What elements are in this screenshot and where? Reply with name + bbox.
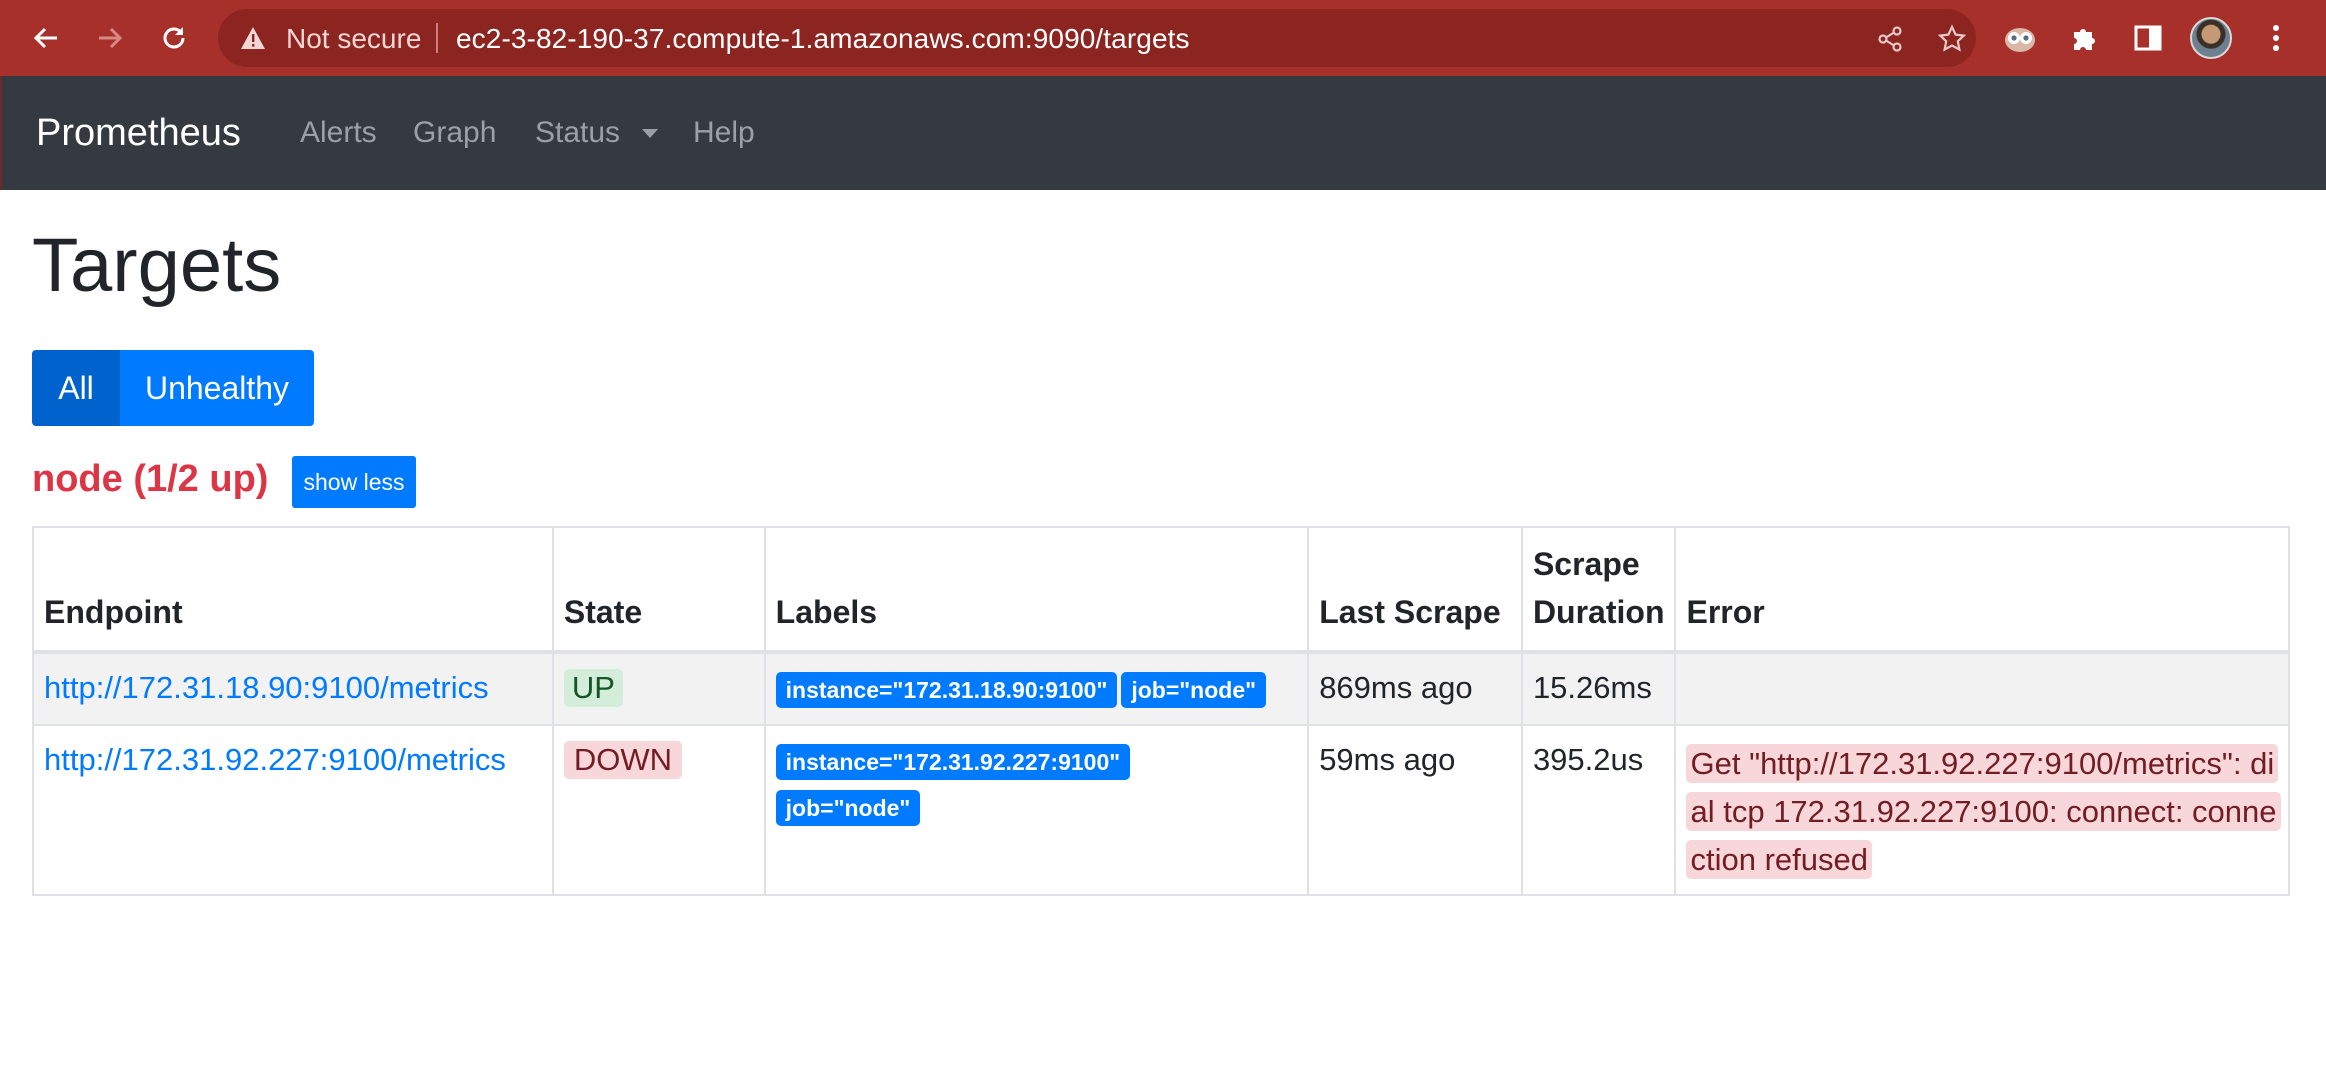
- brand-link[interactable]: Prometheus: [36, 112, 241, 155]
- job-title[interactable]: node (1/2 up): [32, 458, 268, 501]
- status-badge: UP: [563, 669, 623, 707]
- filter-unhealthy-button[interactable]: Unhealthy: [120, 350, 314, 426]
- profile-avatar[interactable]: [2190, 17, 2232, 59]
- state-cell: UP: [551, 651, 766, 726]
- error-cell: [1674, 651, 2290, 726]
- endpoint-link[interactable]: http://172.31.92.227:9100/metrics: [44, 742, 506, 777]
- label-badge: instance="172.31.18.90:9100": [775, 672, 1118, 708]
- nav-graph[interactable]: Graph: [413, 116, 496, 150]
- table-row: http://172.31.92.227:9100/metrics DOWN i…: [32, 724, 2290, 896]
- browser-menu-icon[interactable]: [2256, 18, 2296, 58]
- show-less-button[interactable]: show less: [292, 456, 416, 508]
- address-divider: [436, 23, 438, 53]
- column-header-labels: Labels: [763, 526, 1310, 654]
- url-text[interactable]: ec2-3-82-190-37.compute-1.amazonaws.com:…: [456, 23, 1190, 55]
- extensions-puzzle-icon[interactable]: [2064, 18, 2104, 58]
- warning-icon[interactable]: [240, 26, 266, 50]
- column-header-last-scrape: Last Scrape: [1307, 526, 1523, 654]
- app-navbar: Prometheus Alerts Graph Status Help: [0, 76, 2326, 190]
- scrape-duration-cell: 395.2us: [1520, 724, 1677, 896]
- column-header-error: Error: [1674, 526, 2290, 654]
- endpoint-link[interactable]: http://172.31.18.90:9100/metrics: [44, 670, 489, 705]
- table-header-row: Endpoint State Labels Last Scrape Scrape…: [32, 526, 2290, 654]
- back-icon[interactable]: [26, 18, 66, 58]
- label-badge: job="node": [775, 790, 921, 826]
- page-title: Targets: [32, 223, 282, 308]
- column-header-state: State: [551, 526, 766, 654]
- column-header-scrape-duration: Scrape Duration: [1520, 526, 1677, 654]
- bookmark-star-icon[interactable]: [1936, 23, 1968, 55]
- extension-owl-icon[interactable]: [2000, 18, 2040, 58]
- table-row: http://172.31.18.90:9100/metrics UP inst…: [32, 651, 2290, 726]
- status-badge: DOWN: [563, 741, 683, 779]
- scrape-duration-cell: 15.26ms: [1520, 651, 1677, 726]
- side-panel-icon[interactable]: [2128, 18, 2168, 58]
- nav-help[interactable]: Help: [693, 116, 755, 150]
- targets-table: Endpoint State Labels Last Scrape Scrape…: [32, 526, 2290, 896]
- endpoint-cell: http://172.31.92.227:9100/metrics: [32, 724, 554, 896]
- endpoint-cell: http://172.31.18.90:9100/metrics: [32, 651, 554, 726]
- browser-toolbar: Not secure ec2-3-82-190-37.compute-1.ama…: [0, 0, 2326, 76]
- nav-status[interactable]: Status: [535, 116, 620, 150]
- label-badge: instance="172.31.92.227:9100": [775, 744, 1131, 780]
- chevron-down-icon[interactable]: [642, 129, 658, 138]
- label-badge: job="node": [1121, 672, 1267, 708]
- share-icon[interactable]: [1874, 23, 1906, 55]
- reload-icon[interactable]: [154, 18, 194, 58]
- forward-icon[interactable]: [90, 18, 130, 58]
- labels-cell: instance="172.31.18.90:9100" job="node": [763, 651, 1310, 726]
- last-scrape-cell: 869ms ago: [1307, 651, 1523, 726]
- labels-cell: instance="172.31.92.227:9100" job="node": [763, 724, 1310, 896]
- last-scrape-cell: 59ms ago: [1307, 724, 1523, 896]
- target-filter-group: All Unhealthy: [32, 350, 314, 426]
- nav-alerts[interactable]: Alerts: [300, 116, 377, 150]
- error-cell: Get "http://172.31.92.227:9100/metrics":…: [1674, 724, 2290, 896]
- state-cell: DOWN: [551, 724, 766, 896]
- filter-all-button[interactable]: All: [32, 350, 120, 426]
- address-bar[interactable]: Not secure ec2-3-82-190-37.compute-1.ama…: [218, 9, 1976, 67]
- security-status[interactable]: Not secure: [286, 23, 421, 55]
- column-header-endpoint: Endpoint: [32, 526, 554, 654]
- error-message: Get "http://172.31.92.227:9100/metrics":…: [1686, 744, 2281, 879]
